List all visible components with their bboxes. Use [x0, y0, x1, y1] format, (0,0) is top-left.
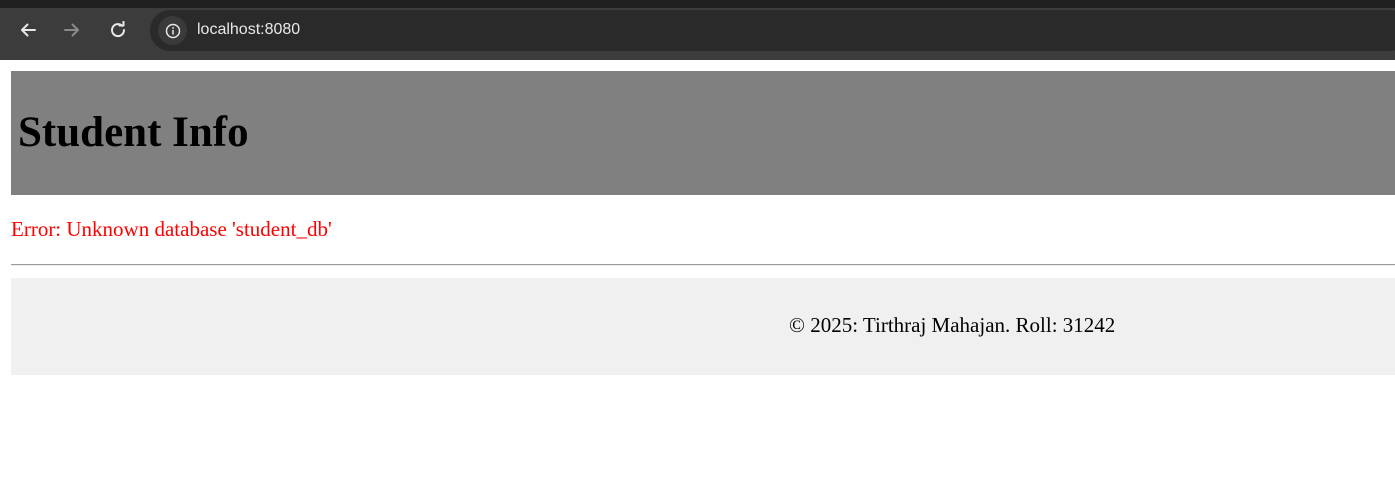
info-icon — [165, 23, 180, 38]
reload-button[interactable] — [103, 15, 133, 45]
horizontal-rule — [11, 264, 1395, 266]
arrow-right-icon — [64, 23, 79, 37]
arrow-left-icon — [21, 23, 36, 37]
tab-strip — [0, 0, 1395, 8]
browser-toolbar: localhost:8080 — [0, 0, 1395, 60]
page-title: Student Info — [18, 109, 249, 156]
page-footer: © 2025: Tirthraj Mahajan. Roll: 31242 — [11, 278, 1395, 375]
page-header: Student Info — [11, 71, 1395, 195]
forward-button[interactable] — [57, 15, 87, 45]
url-text[interactable]: localhost:8080 — [197, 21, 300, 39]
address-bar[interactable]: localhost:8080 — [150, 10, 1395, 51]
site-info-button[interactable] — [158, 16, 187, 45]
back-button[interactable] — [13, 15, 43, 45]
page-content: Student Info Error: Unknown database 'st… — [0, 60, 1395, 482]
reload-icon — [111, 21, 126, 38]
footer-text: © 2025: Tirthraj Mahajan. Roll: 31242 — [789, 313, 1116, 337]
error-message: Error: Unknown database 'student_db' — [11, 217, 332, 241]
